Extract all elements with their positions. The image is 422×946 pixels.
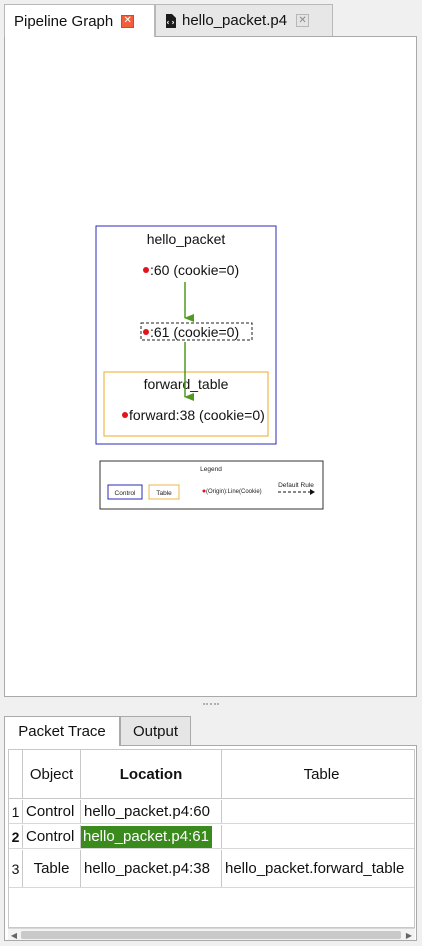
pipeline-graph-canvas[interactable]: hello_packet :60 (cookie=0) :61 (cookie=… — [4, 36, 417, 697]
splitter-grip[interactable] — [203, 703, 219, 705]
row-number-header — [9, 750, 23, 798]
node-forward-38[interactable]: forward:38 (cookie=0) — [129, 407, 265, 423]
control-title: hello_packet — [147, 231, 226, 247]
cell-location: hello_packet.p4:60 — [81, 800, 222, 823]
cell-object: Control — [23, 825, 81, 848]
cell-location: hello_packet.p4:38 — [81, 850, 222, 887]
legend-title: Legend — [200, 466, 222, 473]
editor-tab-bar: Pipeline Graph ✕ hello_packet.p4 ✕ — [0, 0, 422, 37]
legend-control-label: Control — [115, 490, 137, 497]
table-title: forward_table — [144, 376, 229, 392]
legend-origin-label: (Origin):Line(Cookie) — [206, 489, 262, 495]
tab-hello-packet-p4[interactable]: hello_packet.p4 ✕ — [155, 4, 333, 36]
tab-output[interactable]: Output — [120, 716, 191, 745]
close-icon[interactable]: ✕ — [121, 14, 135, 28]
cell-location: hello_packet.p4:61 — [81, 825, 222, 848]
node-line-61[interactable]: :61 (cookie=0) — [150, 324, 239, 340]
p4-file-icon — [166, 13, 176, 28]
panel-splitter[interactable] — [0, 698, 422, 714]
cell-table — [222, 800, 414, 823]
node-line-60[interactable]: :60 (cookie=0) — [150, 262, 239, 278]
legend-default-rule-label: Default Rule — [278, 482, 314, 489]
table-row[interactable]: 1 Control hello_packet.p4:60 — [9, 800, 414, 824]
scroll-right-icon[interactable]: ▶ — [403, 929, 415, 940]
horizontal-scrollbar[interactable]: ◀ ▶ — [8, 928, 415, 940]
table-row[interactable]: 2 Control hello_packet.p4:61 — [9, 825, 414, 849]
legend: Legend Control Table (Origin):Line(Cooki… — [99, 460, 324, 510]
packet-trace-panel: Object Location Table 1 Control hello_pa… — [4, 745, 417, 941]
row-number: 1 — [9, 800, 23, 823]
row-number: 3 — [9, 850, 23, 887]
tab-packet-trace[interactable]: Packet Trace — [4, 716, 120, 746]
cell-object: Table — [23, 850, 81, 887]
row-number: 2 — [9, 825, 23, 848]
column-header-table[interactable]: Table — [222, 750, 414, 798]
bottom-tab-bar: Packet Trace Output — [0, 716, 422, 746]
node-dot — [122, 412, 128, 418]
column-header-object[interactable]: Object — [23, 750, 81, 798]
packet-trace-table[interactable]: Object Location Table 1 Control hello_pa… — [8, 749, 415, 928]
tab-label: hello_packet.p4 — [182, 12, 288, 29]
close-icon[interactable]: ✕ — [296, 14, 310, 27]
tab-pipeline-graph[interactable]: Pipeline Graph ✕ — [4, 4, 155, 37]
table-row[interactable]: 3 Table hello_packet.p4:38 hello_packet.… — [9, 850, 414, 888]
cell-table — [222, 825, 414, 848]
node-dot — [143, 267, 149, 273]
table-header: Object Location Table — [9, 750, 414, 799]
legend-table-label: Table — [156, 490, 172, 497]
cell-object: Control — [23, 800, 81, 823]
column-header-location[interactable]: Location — [81, 750, 222, 798]
tab-label: Output — [132, 722, 179, 740]
tab-label: Packet Trace — [18, 723, 106, 740]
tab-label: Pipeline Graph — [14, 12, 114, 30]
scrollbar-thumb[interactable] — [21, 931, 401, 939]
cell-table: hello_packet.forward_table — [222, 850, 414, 887]
highlighted-location: hello_packet.p4:61 — [81, 825, 212, 848]
node-dot — [143, 329, 149, 335]
scroll-left-icon[interactable]: ◀ — [8, 929, 20, 940]
